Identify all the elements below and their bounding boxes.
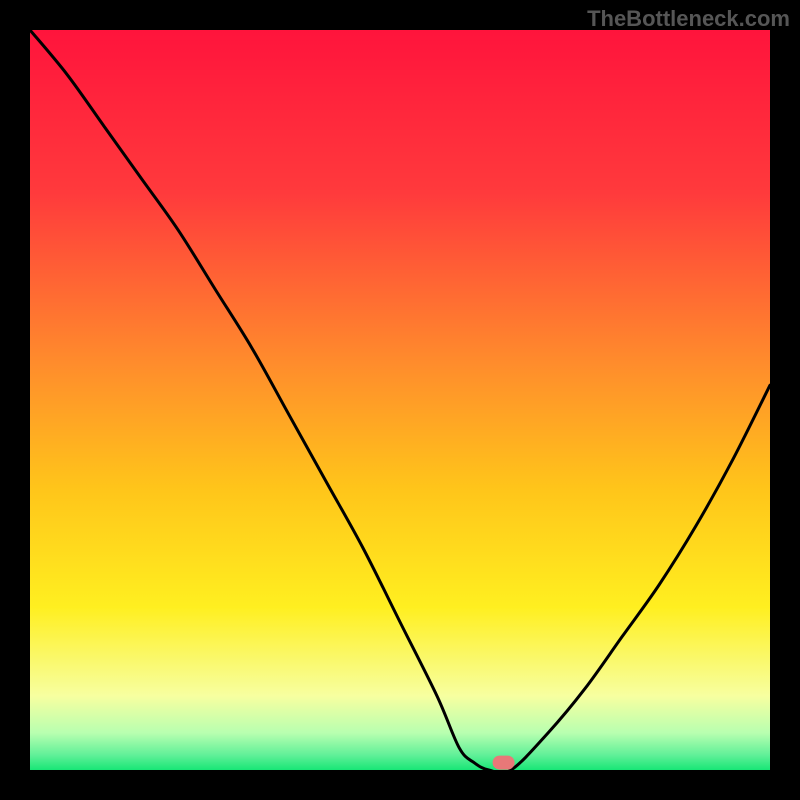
- watermark-label: TheBottleneck.com: [587, 6, 790, 32]
- chart-svg: [30, 30, 770, 770]
- optimal-point-marker: [493, 756, 515, 770]
- chart-frame: TheBottleneck.com: [0, 0, 800, 800]
- chart-plot-area: [30, 30, 770, 770]
- chart-background: [30, 30, 770, 770]
